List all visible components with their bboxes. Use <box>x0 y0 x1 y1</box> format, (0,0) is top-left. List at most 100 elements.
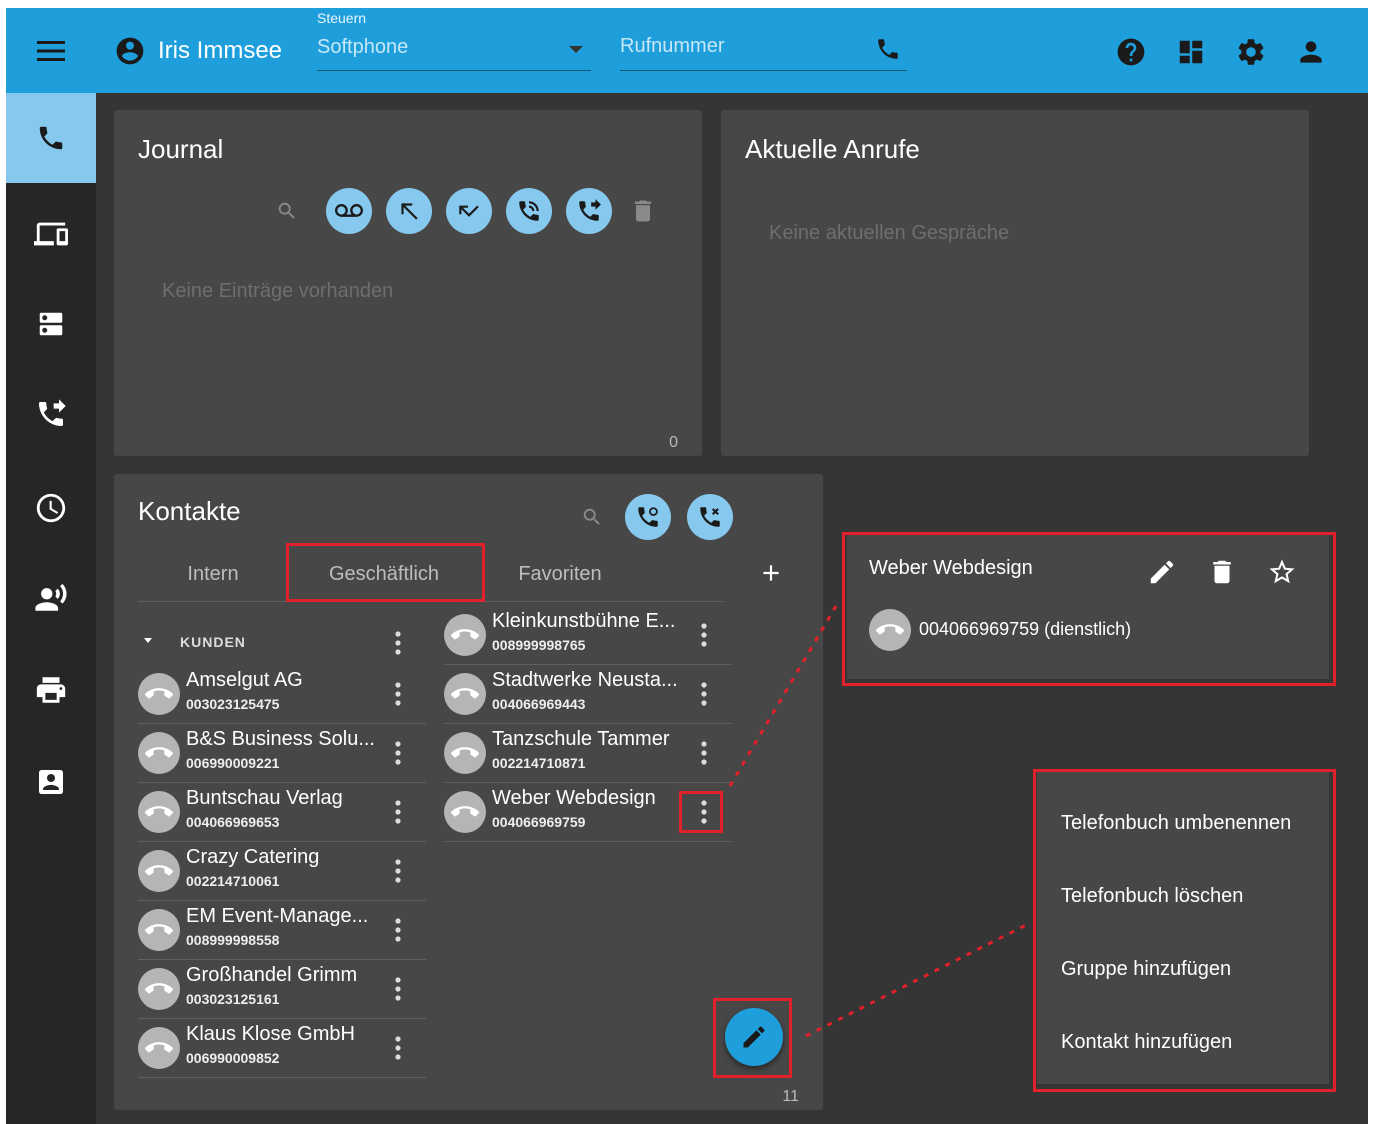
search-icon[interactable] <box>577 502 607 532</box>
contact-item[interactable]: Buntschau Verlag 004066969653 <box>138 783 426 842</box>
phone-number-field[interactable]: Rufnummer <box>620 8 907 71</box>
call-avatar-icon[interactable] <box>869 609 911 651</box>
settings-icon[interactable] <box>1234 35 1268 69</box>
more-vert-icon[interactable] <box>388 913 408 947</box>
favorite-star-icon[interactable] <box>1265 555 1299 589</box>
contact-item[interactable]: Amselgut AG 003023125475 <box>138 665 426 724</box>
edit-fab-button[interactable] <box>725 1008 783 1066</box>
contact-item[interactable]: Kleinkunstbühne E... 008999998765 <box>444 606 732 665</box>
filter-forwarded-button[interactable] <box>566 188 612 234</box>
phone-x-icon <box>700 507 720 527</box>
call-avatar-icon[interactable] <box>138 850 180 892</box>
menu-icon[interactable] <box>34 36 68 66</box>
contact-name: Buntschau Verlag <box>186 787 343 809</box>
call-avatar-icon[interactable] <box>138 673 180 715</box>
menu-item-delete-phonebook[interactable]: Telefonbuch löschen <box>1061 885 1243 908</box>
call-avatar-icon[interactable] <box>138 909 180 951</box>
contacts-filter-unavailable-button[interactable] <box>687 494 733 540</box>
user-name: Iris Immsee <box>158 37 283 64</box>
contact-item[interactable]: Klaus Klose GmbH 006990009852 <box>138 1019 426 1078</box>
sidebar-item-calls[interactable] <box>6 93 96 183</box>
call-missed-icon <box>459 205 479 217</box>
control-select[interactable]: Steuern Softphone <box>317 8 591 71</box>
more-vert-icon[interactable] <box>388 677 408 711</box>
contact-item[interactable]: Tanzschule Tammer 002214710871 <box>444 724 732 783</box>
filter-incoming-button[interactable] <box>386 188 432 234</box>
more-vert-icon[interactable] <box>388 736 408 770</box>
sidebar-item-devices[interactable] <box>6 189 96 279</box>
tab-geschaeftlich[interactable]: Geschäftlich <box>288 546 480 602</box>
more-vert-icon[interactable] <box>388 854 408 888</box>
contact-item[interactable]: Crazy Catering 002214710061 <box>138 842 426 901</box>
contacts-count: 11 <box>782 1088 799 1105</box>
contact-item[interactable]: Großhandel Grimm 003023125161 <box>138 960 426 1019</box>
user-profile[interactable]: Iris Immsee <box>114 34 282 68</box>
call-avatar-icon[interactable] <box>444 732 486 774</box>
call-avatar-icon[interactable] <box>138 732 180 774</box>
menu-item-add-group[interactable]: Gruppe hinzufügen <box>1061 958 1231 981</box>
more-vert-icon[interactable] <box>388 972 408 1006</box>
collapse-arrow-icon[interactable] <box>144 638 152 643</box>
add-phonebook-icon[interactable] <box>754 556 788 590</box>
dial-phone-icon[interactable] <box>875 36 901 67</box>
more-vert-icon[interactable] <box>694 618 714 652</box>
contact-number: 008999998765 <box>492 637 586 653</box>
contact-card-icon <box>39 770 63 794</box>
call-avatar-icon[interactable] <box>444 614 486 656</box>
menu-item-add-contact[interactable]: Kontakt hinzufügen <box>1061 1031 1232 1054</box>
more-vert-icon[interactable] <box>694 736 714 770</box>
contact-item[interactable]: Stadtwerke Neusta... 004066969443 <box>444 665 732 724</box>
person-icon[interactable] <box>1294 35 1328 69</box>
record-voice-icon <box>35 583 67 611</box>
sidebar-item-forwarding[interactable] <box>6 369 96 459</box>
contact-detail-card: Weber Webdesign 004066969759 (dienstlich… <box>847 535 1329 679</box>
delete-contact-icon[interactable] <box>1205 555 1239 589</box>
contact-name: B&S Business Solu... <box>186 728 375 750</box>
contact-item[interactable]: B&S Business Solu... 006990009221 <box>138 724 426 783</box>
call-avatar-icon[interactable] <box>138 1027 180 1069</box>
phone-number-placeholder: Rufnummer <box>620 35 725 57</box>
more-vert-icon[interactable] <box>388 1031 408 1065</box>
connector-menu-line <box>805 921 1031 1038</box>
sidebar-item-server[interactable] <box>6 279 96 369</box>
devices-icon <box>34 222 68 246</box>
group-more-icon[interactable] <box>388 626 408 660</box>
sidebar-item-contacts[interactable] <box>6 737 96 827</box>
sidebar-item-history[interactable] <box>6 463 96 553</box>
journal-empty-text: Keine Einträge vorhanden <box>162 280 394 302</box>
sidebar-item-print[interactable] <box>6 645 96 735</box>
detail-contact-name: Weber Webdesign <box>869 557 1033 579</box>
search-icon[interactable] <box>272 196 302 226</box>
phone-check-icon <box>638 507 658 527</box>
delete-journal-icon[interactable] <box>626 194 660 228</box>
help-icon[interactable] <box>1114 35 1148 69</box>
group-header[interactable]: KUNDEN <box>138 622 426 662</box>
contact-item[interactable]: Weber Webdesign 004066969759 <box>444 783 732 842</box>
tab-favoriten[interactable]: Favoriten <box>480 546 640 602</box>
filter-voicemail-button[interactable] <box>326 188 372 234</box>
sidebar-item-voice[interactable] <box>6 553 96 643</box>
contact-number: 002214710871 <box>492 755 586 771</box>
voicemail-icon <box>335 204 363 217</box>
contacts-filter-available-button[interactable] <box>625 494 671 540</box>
dashboard-icon[interactable] <box>1174 35 1208 69</box>
call-avatar-icon[interactable] <box>444 673 486 715</box>
more-vert-icon[interactable] <box>694 677 714 711</box>
contact-number: 004066969759 <box>492 814 586 830</box>
filter-missed-button[interactable] <box>446 188 492 234</box>
contact-item[interactable]: EM Event-Manage... 008999998558 <box>138 901 426 960</box>
call-avatar-icon[interactable] <box>138 968 180 1010</box>
contact-number: 002214710061 <box>186 873 280 889</box>
tab-intern[interactable]: Intern <box>138 546 288 602</box>
printer-icon <box>36 677 66 703</box>
call-avatar-icon[interactable] <box>138 791 180 833</box>
contact-name: Weber Webdesign <box>492 787 656 809</box>
more-vert-icon[interactable] <box>694 795 714 829</box>
contact-number: 004066969443 <box>492 696 586 712</box>
filter-answered-button[interactable] <box>506 188 552 234</box>
more-vert-icon[interactable] <box>388 795 408 829</box>
menu-item-rename-phonebook[interactable]: Telefonbuch umbenennen <box>1061 812 1291 835</box>
call-avatar-icon[interactable] <box>444 791 486 833</box>
edit-contact-icon[interactable] <box>1145 555 1179 589</box>
journal-count: 0 <box>669 434 678 451</box>
